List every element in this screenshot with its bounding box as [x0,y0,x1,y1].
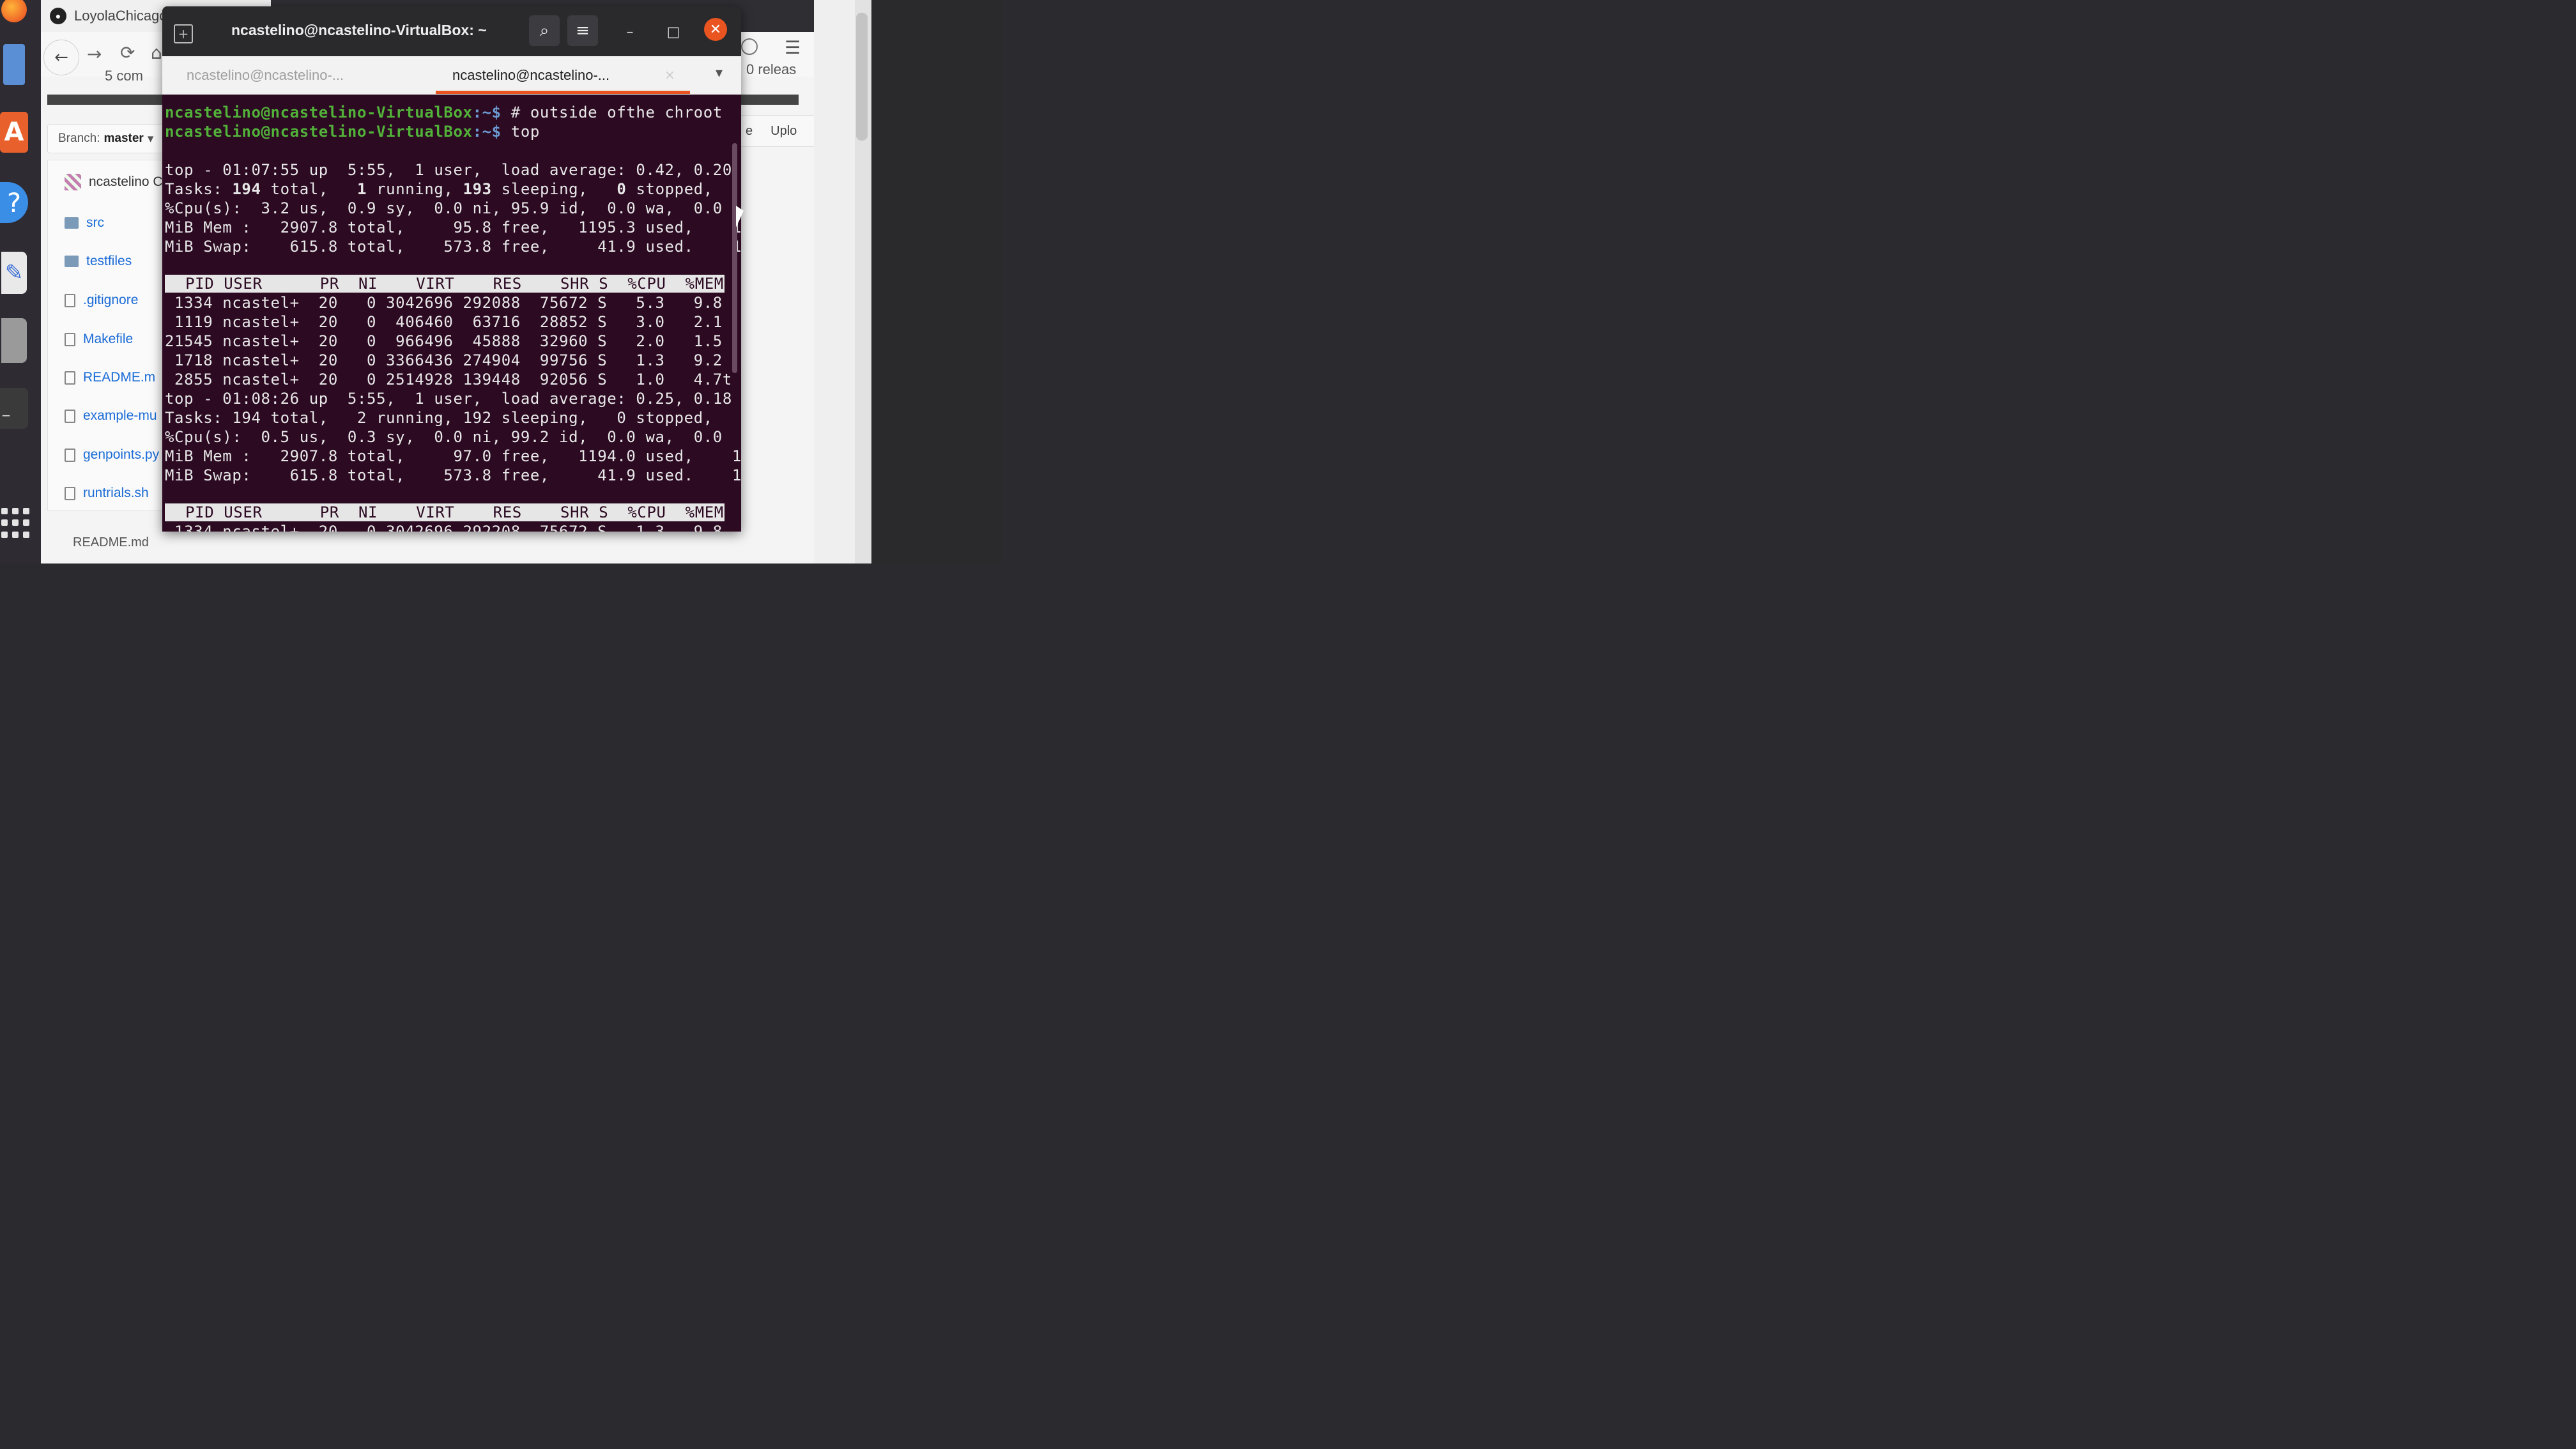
disk-icon[interactable] [0,318,28,363]
mouse-cursor-icon [736,206,744,227]
top-cpu: %Cpu(s): 3.2 us, 0.9 sy, 0.0 ni, 95.9 id… [165,199,723,217]
forward-icon[interactable]: → [87,43,102,65]
terminal-header-bar: + ncastelino@ncastelino-VirtualBox: ~ ⌕ … [162,6,741,56]
upload-label: Uplo [770,123,797,138]
top-cpu: %Cpu(s): 0.5 us, 0.3 sy, 0.0 ni, 99.2 id… [165,428,723,446]
branch-value: master [103,132,144,145]
search-icon[interactable]: ⌕ [529,15,560,46]
close-icon[interactable]: ✕ [704,18,727,41]
file-icon [65,486,75,500]
hamburger-menu-icon[interactable]: ≡ [567,15,598,46]
branch-label: Branch: [58,132,100,145]
terminal-output[interactable]: ncastelino@ncastelino-VirtualBox:~$ # ou… [162,95,741,532]
tab-active[interactable]: ncastelino@ncastelino-... [452,56,610,95]
process-row: 1119 ncastel+ 20 0 406460 63716 28852 S … [165,313,723,331]
new-tab-button[interactable]: + [174,24,193,43]
list-item[interactable]: example-mu [65,403,157,429]
commits-count[interactable]: 5 com [105,68,143,84]
latest-commit[interactable]: ncastelino C [65,169,163,195]
file-icon [65,448,75,462]
files-icon[interactable] [0,42,28,87]
readme-header: README.md [73,535,149,549]
list-item[interactable]: src [65,210,104,236]
help-icon[interactable]: ? [0,180,28,225]
home-icon[interactable]: ⌂ [151,42,162,63]
list-item[interactable]: genpoints.py [65,442,159,468]
commit-owner: ncastelino C [89,174,163,189]
top-tasks: Tasks: 194 total, 1 running, 193 sleepin… [165,180,713,198]
editor-icon[interactable]: ✎ [0,250,28,295]
back-button[interactable]: ← [43,40,79,75]
top-summary: top - 01:08:26 up 5:55, 1 user, load ave… [165,390,732,408]
process-table-header: PID USER PR NI VIRT RES SHR S %CPU %MEM [165,275,724,293]
github-icon: ● [50,8,66,24]
avatar [65,174,81,190]
file-icon [65,371,75,385]
process-row: 2855 ncastel+ 20 0 2514928 139448 92056 … [165,371,732,388]
show-apps-icon[interactable] [1,508,31,539]
terminal-tabs: ncastelino@ncastelino-... ncastelino@nca… [162,56,741,95]
tab-close-icon[interactable]: × [664,67,675,82]
account-icon[interactable] [741,38,758,55]
top-mem: MiB Mem : 2907.8 total, 97.0 free, 1194.… [165,447,741,465]
reload-icon[interactable]: ⟳ [120,42,135,63]
menu-icon[interactable]: ☰ [785,37,801,58]
top-tasks: Tasks: 194 total, 2 running, 192 sleepin… [165,409,713,427]
chevron-down-icon: ▾ [147,132,154,146]
file-icon [65,409,75,423]
process-row: 1334 ncastel+ 20 0 3042696 292208 75672 … [165,523,723,532]
folder-icon [65,256,79,267]
terminal-scrollbar[interactable] [732,143,737,373]
branch-selector[interactable]: Branch: master ▾ [47,124,166,153]
monitor-bezel [871,0,1002,564]
top-swap: MiB Swap: 615.8 total, 573.8 free, 41.9 … [165,238,741,256]
list-item[interactable]: runtrials.sh [65,480,149,506]
active-tab-indicator [436,91,690,94]
list-item[interactable]: README.m [65,365,155,390]
firefox-icon[interactable] [0,0,28,32]
releases-count[interactable]: 0 releas [746,61,796,78]
tab-inactive[interactable]: ncastelino@ncastelino-... [187,56,344,95]
top-summary: top - 01:07:55 up 5:55, 1 user, load ave… [165,161,732,179]
top-mem: MiB Mem : 2907.8 total, 95.8 free, 1195.… [165,218,741,236]
tab-list-dropdown-icon[interactable]: ▾ [716,65,723,81]
file-icon [65,293,75,307]
maximize-icon[interactable]: □ [662,20,685,43]
process-row: 21545 ncastel+ 20 0 966496 45888 32960 S… [165,332,723,350]
upload-button[interactable]: e Uplo [740,115,816,147]
window-title: ncastelino@ncastelino-VirtualBox: ~ [231,22,487,38]
software-icon[interactable]: A [0,110,28,155]
list-item[interactable]: testfiles [65,249,132,274]
minimize-icon[interactable]: – [618,20,641,43]
process-row: 1334 ncastel+ 20 0 3042696 292088 75672 … [165,294,723,312]
folder-icon [65,217,79,229]
page-scrollbar-thumb[interactable] [856,13,868,141]
top-swap: MiB Swap: 615.8 total, 573.8 free, 41.9 … [165,466,741,484]
list-item[interactable]: Makefile [65,326,133,352]
process-table-header: PID USER PR NI VIRT RES SHR S %CPU %MEM [165,503,724,521]
terminal-window: + ncastelino@ncastelino-VirtualBox: ~ ⌕ … [162,6,741,532]
list-item[interactable]: .gitignore [65,288,138,313]
prompt-line: ncastelino@ncastelino-VirtualBox:~$ top [165,123,540,141]
process-row: 1718 ncastel+ 20 0 3366436 274904 99756 … [165,351,723,369]
prompt-line: ncastelino@ncastelino-VirtualBox:~$ # ou… [165,103,723,121]
terminal-icon[interactable]: _ [0,386,28,431]
file-icon [65,332,75,346]
